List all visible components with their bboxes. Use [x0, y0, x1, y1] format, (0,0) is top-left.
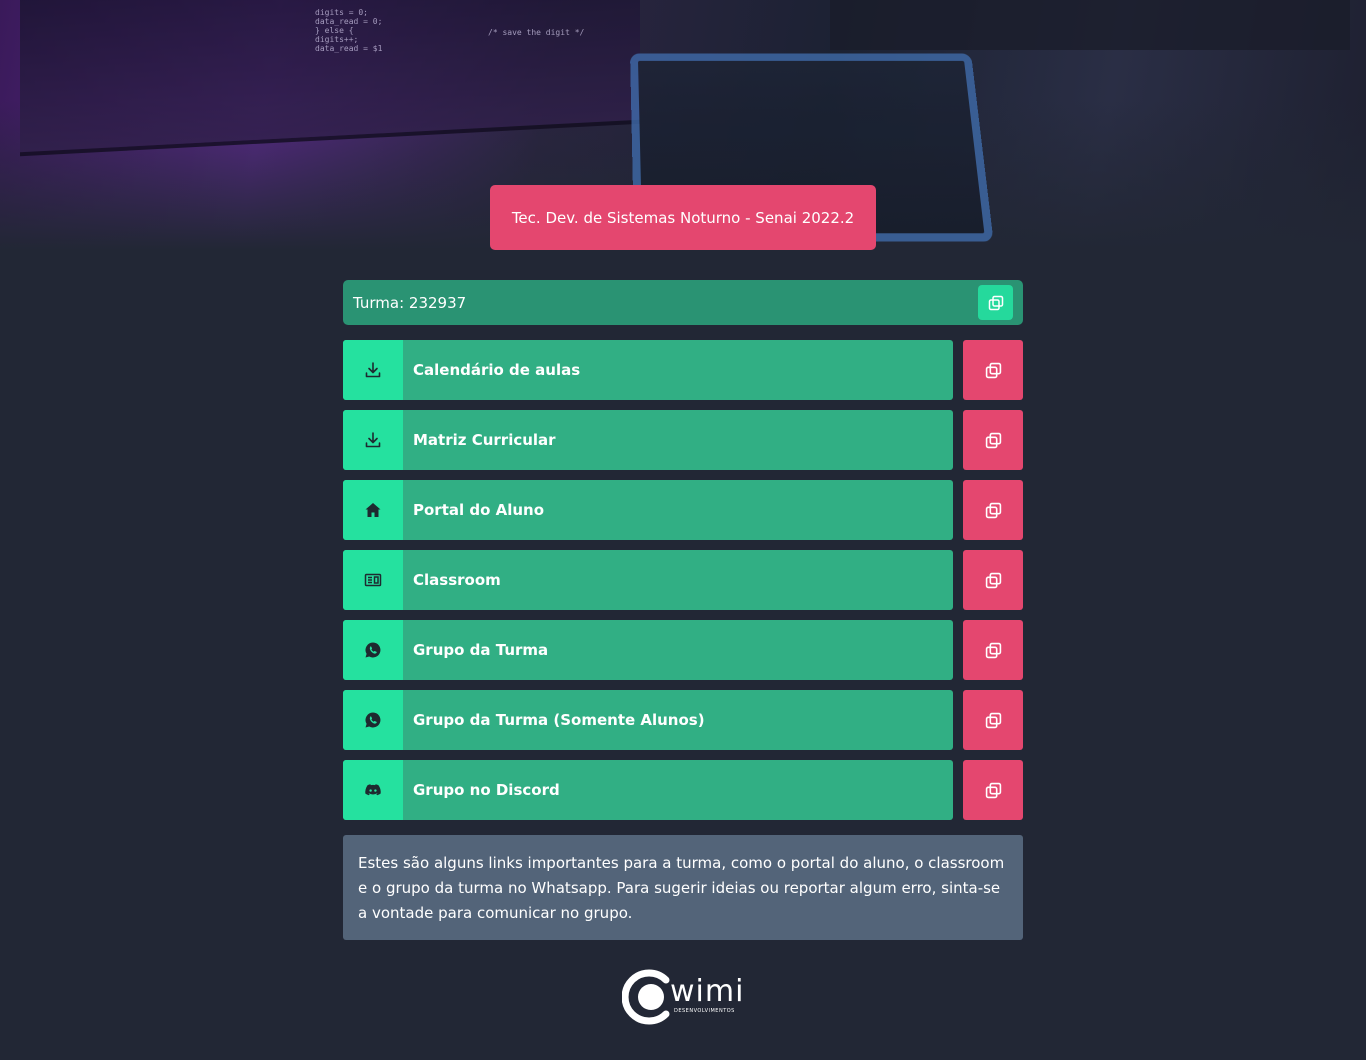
footer-logo[interactable]: wimi DESENVOLVIMENTOS	[622, 968, 746, 1026]
link-label: Grupo da Turma	[413, 641, 549, 659]
hero-code-text: digits = 0; data_read = 0; } else { digi…	[315, 8, 383, 53]
copy-icon	[985, 432, 1001, 448]
copy-link-button[interactable]	[963, 550, 1023, 610]
logo-subtext: DESENVOLVIMENTOS	[674, 1008, 735, 1014]
copy-icon	[985, 572, 1001, 588]
page-title: Tec. Dev. de Sistemas Noturno - Senai 20…	[490, 185, 876, 250]
link-label: Grupo da Turma (Somente Alunos)	[413, 711, 705, 729]
whatsapp-icon	[343, 620, 403, 680]
classroom-icon	[343, 550, 403, 610]
link-label: Portal do Aluno	[413, 501, 545, 519]
link-row-discord: Grupo no Discord	[343, 760, 1023, 820]
copy-icon	[985, 712, 1001, 728]
copy-link-button[interactable]	[963, 760, 1023, 820]
link-grupo-alunos[interactable]: Grupo da Turma (Somente Alunos)	[343, 690, 953, 750]
whatsapp-icon	[343, 690, 403, 750]
download-icon	[343, 410, 403, 470]
link-calendario[interactable]: Calendário de aulas	[343, 340, 953, 400]
copy-link-button[interactable]	[963, 340, 1023, 400]
link-row-portal: Portal do Aluno	[343, 480, 1023, 540]
link-row-calendario: Calendário de aulas	[343, 340, 1023, 400]
home-icon	[343, 480, 403, 540]
copy-link-button[interactable]	[963, 410, 1023, 470]
copy-icon	[985, 362, 1001, 378]
copy-icon	[985, 782, 1001, 798]
link-portal[interactable]: Portal do Aluno	[343, 480, 953, 540]
logo-wordmark: wimi	[670, 974, 745, 1009]
copy-icon	[985, 502, 1001, 518]
link-row-classroom: Classroom	[343, 550, 1023, 610]
copy-icon	[985, 642, 1001, 658]
copy-link-button[interactable]	[963, 480, 1023, 540]
link-matriz[interactable]: Matriz Curricular	[343, 410, 953, 470]
hero-code-comment: /* save the digit */	[488, 28, 585, 37]
discord-icon	[343, 760, 403, 820]
copy-turma-button[interactable]	[978, 285, 1013, 320]
copy-icon	[988, 295, 1003, 310]
link-discord[interactable]: Grupo no Discord	[343, 760, 953, 820]
link-row-grupo-alunos: Grupo da Turma (Somente Alunos)	[343, 690, 1023, 750]
turma-label: Turma: 232937	[353, 293, 467, 312]
info-box: Estes são alguns links importantes para …	[343, 835, 1023, 940]
link-grupo-turma[interactable]: Grupo da Turma	[343, 620, 953, 680]
link-label: Classroom	[413, 571, 501, 589]
link-classroom[interactable]: Classroom	[343, 550, 953, 610]
download-icon	[343, 340, 403, 400]
turma-bar: Turma: 232937	[343, 280, 1023, 325]
copy-link-button[interactable]	[963, 620, 1023, 680]
link-label: Calendário de aulas	[413, 361, 581, 379]
link-label: Grupo no Discord	[413, 781, 560, 799]
info-text: Estes são alguns links importantes para …	[358, 854, 1005, 922]
link-row-matriz: Matriz Curricular	[343, 410, 1023, 470]
copy-link-button[interactable]	[963, 690, 1023, 750]
link-label: Matriz Curricular	[413, 431, 556, 449]
link-row-grupo-turma: Grupo da Turma	[343, 620, 1023, 680]
background-monitor-right	[830, 0, 1350, 50]
